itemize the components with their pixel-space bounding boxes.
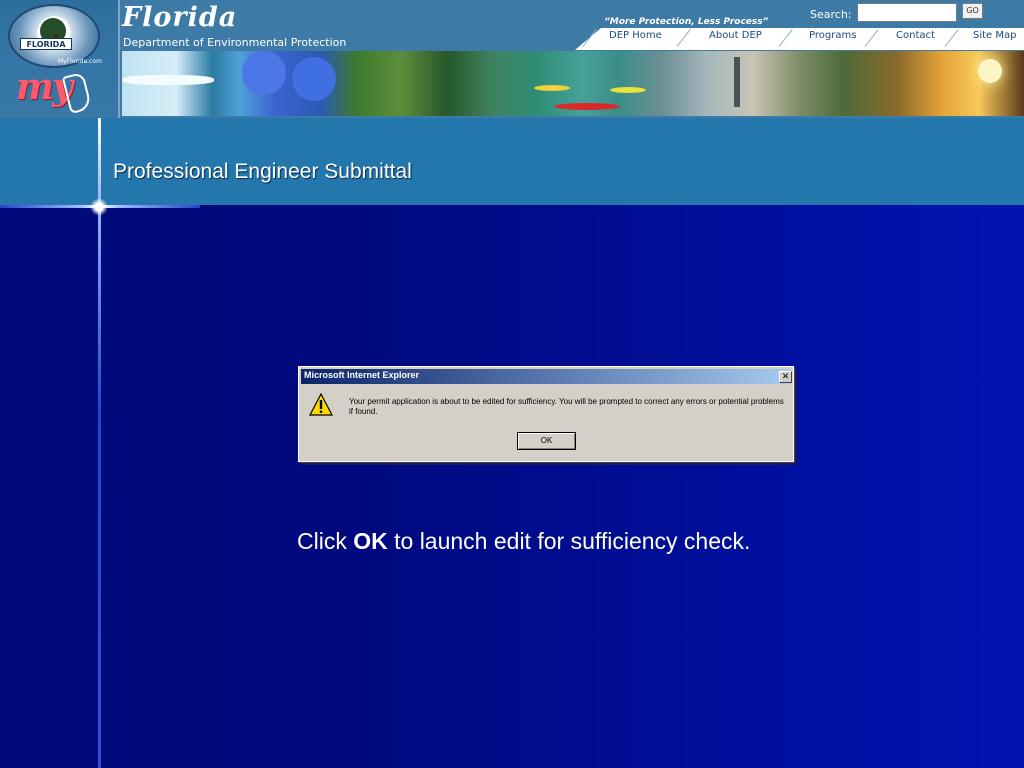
nav-item-contact[interactable]: Contact (896, 30, 935, 41)
instruction-suffix: to launch edit for sufficiency check. (387, 528, 751, 554)
logo-brand-text: my (16, 66, 73, 108)
nav-item-dep-home[interactable]: DEP Home (609, 30, 662, 41)
nav-item-about-dep[interactable]: About DEP (709, 30, 762, 41)
logo-seal-text: FLORIDA (20, 38, 72, 50)
page-title: Professional Engineer Submittal (113, 160, 412, 183)
decorative-sparkle (90, 198, 108, 216)
search-label: Search: (810, 8, 852, 21)
search-go-button[interactable]: GO (962, 3, 983, 19)
ok-button[interactable]: OK (517, 432, 576, 450)
nav-item-site-map[interactable]: Site Map (973, 30, 1016, 41)
myflorida-logo[interactable]: FLORIDA MyFlorida.com my (0, 0, 120, 118)
warning-icon (309, 393, 333, 416)
dialog-message: Your permit application is about to be e… (349, 397, 784, 416)
close-icon[interactable]: ✕ (779, 371, 792, 383)
instruction-text: Click OK to launch edit for sufficiency … (297, 528, 750, 555)
search-input[interactable] (857, 3, 957, 22)
site-title[interactable]: Florida (122, 2, 237, 33)
ie-alert-dialog: Microsoft Internet Explorer ✕ Your permi… (298, 366, 794, 462)
instruction-emphasis: OK (353, 528, 388, 554)
nature-photo-strip (122, 51, 1024, 116)
dialog-title: Microsoft Internet Explorer (304, 370, 420, 380)
nav-item-programs[interactable]: Programs (809, 30, 856, 41)
site-header: FLORIDA MyFlorida.com my Florida Departm… (0, 0, 1024, 118)
instruction-prefix: Click (297, 528, 354, 554)
department-name: Department of Environmental Protection (123, 36, 347, 49)
logo-url-text: MyFlorida.com (58, 58, 102, 65)
tagline: “More Protection, Less Process” (604, 17, 769, 27)
dialog-titlebar[interactable]: Microsoft Internet Explorer ✕ (301, 369, 792, 384)
